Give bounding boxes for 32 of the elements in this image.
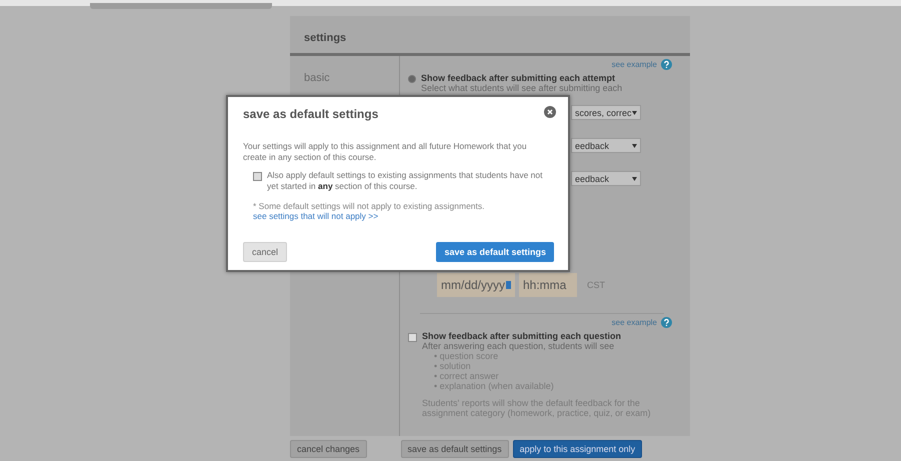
dropdown[interactable]: eedback (571, 171, 641, 186)
dialog-message: Your settings will apply to this assignment and all future Homework that you create in any section of this course. (243, 141, 528, 162)
footer-button[interactable]: apply to this assignment only (512, 440, 642, 458)
time-field[interactable]: hh:mma (519, 273, 577, 297)
close-icon[interactable] (544, 106, 556, 118)
see-example-link[interactable]: see example (612, 318, 657, 327)
option-label: Show feedback after submitting each attempt (421, 73, 616, 83)
option-hint: After answering each question, students will see (422, 341, 616, 351)
dialog-note: * Some default settings will not apply to existing assignments. (253, 200, 486, 210)
date-field[interactable]: mm/dd/yyyy (437, 273, 515, 297)
caret-icon (632, 110, 637, 114)
checkbox[interactable] (408, 333, 417, 342)
checkbox[interactable] (253, 172, 262, 182)
footer-button[interactable]: save as default settings (400, 440, 509, 458)
checkbox-label: Also apply default settings to existing assignments that students have not yet started in any section of this course. (267, 170, 543, 192)
option-label: Show feedback after submitting each question (422, 331, 622, 341)
caret-icon (632, 144, 637, 148)
help-icon[interactable] (661, 59, 672, 70)
dropdown[interactable]: scores, correc (571, 105, 641, 120)
option-hint: Select what students will see after submitting each (421, 83, 622, 93)
radio-button[interactable] (408, 75, 416, 83)
dropdown[interactable]: eedback (571, 138, 641, 153)
dialog-button[interactable]: cancel (243, 242, 288, 262)
footer-button[interactable]: cancel changes (290, 440, 367, 458)
help-icon[interactable] (661, 317, 672, 328)
section-title: settings (304, 32, 346, 44)
see-example-link[interactable]: see example (612, 60, 657, 69)
dialog-button[interactable]: save as default settings (436, 242, 554, 262)
settings-link[interactable]: see settings that will not apply >> (253, 210, 554, 220)
dialog-title: save as default settings (243, 107, 378, 121)
caret-icon (632, 176, 637, 180)
settings-nav-item[interactable]: basic (304, 72, 330, 84)
